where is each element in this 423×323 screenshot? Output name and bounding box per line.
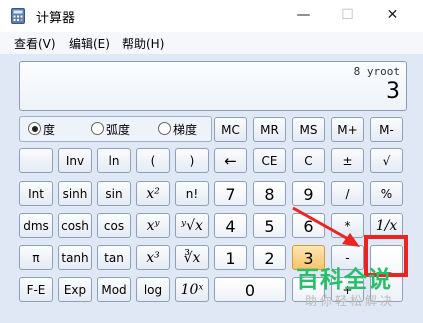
calculator-display: 8 yroot 3 <box>19 61 407 111</box>
menu-bar: 查看(V) 编辑(E) 帮助(H) <box>0 32 423 54</box>
menu-edit[interactable]: 编辑(E) <box>69 35 110 52</box>
digit-7-button[interactable]: 7 <box>214 181 247 206</box>
sinh-button[interactable]: sinh <box>58 181 92 206</box>
sqrt-button[interactable]: √ <box>370 148 403 173</box>
ln-button[interactable]: ln <box>97 148 131 173</box>
memory-store-button[interactable]: MS <box>292 117 325 142</box>
tanh-button[interactable]: tanh <box>58 245 92 270</box>
log-button[interactable]: log <box>136 277 170 302</box>
cube-root-button[interactable]: ∛x <box>175 245 209 270</box>
clear-entry-button[interactable]: CE <box>253 148 286 173</box>
percent-button[interactable]: % <box>370 181 403 206</box>
watermark-tagline: 助你轻松解决 <box>305 294 396 308</box>
factorial-button[interactable]: n! <box>175 181 209 206</box>
calculator-app-icon <box>11 8 25 24</box>
cube-button[interactable]: x³ <box>136 245 170 270</box>
radio-radians-label: 弧度 <box>106 123 131 137</box>
fe-button[interactable]: F-E <box>19 277 53 302</box>
radio-degrees[interactable]: 度 <box>28 121 55 138</box>
memory-add-button[interactable]: M+ <box>331 117 364 142</box>
memory-clear-button[interactable]: MC <box>214 117 247 142</box>
digit-6-button[interactable]: 6 <box>292 213 325 238</box>
watermark: 百科全说 助你轻松解决 <box>292 258 416 316</box>
cos-button[interactable]: cos <box>97 213 131 238</box>
minimize-button[interactable]: — <box>281 0 326 30</box>
memory-subtract-button[interactable]: M- <box>370 117 403 142</box>
close-paren-button[interactable]: ) <box>175 148 209 173</box>
divide-button[interactable]: / <box>331 181 364 206</box>
window-title: 计算器 <box>36 11 76 26</box>
radio-gradians-label: 梯度 <box>173 123 198 137</box>
radio-selected-icon <box>28 122 41 135</box>
ten-power-button[interactable]: 10ˣ <box>175 277 209 302</box>
close-button[interactable]: ✕ <box>370 0 415 30</box>
radio-gradians[interactable]: 梯度 <box>158 121 197 138</box>
negate-button[interactable]: ± <box>331 148 364 173</box>
digit-0-button[interactable]: 0 <box>214 277 286 302</box>
backspace-button[interactable]: ← <box>214 148 247 173</box>
exp-button[interactable]: Exp <box>58 277 92 302</box>
digit-9-button[interactable]: 9 <box>292 181 325 206</box>
digit-8-button[interactable]: 8 <box>253 181 286 206</box>
clear-button[interactable]: C <box>292 148 325 173</box>
yroot-button[interactable]: ʸ√x <box>175 213 209 238</box>
title-bar: 计算器 — ☐ ✕ <box>0 0 423 32</box>
digit-4-button[interactable]: 4 <box>214 213 247 238</box>
menu-view[interactable]: 查看(V) <box>14 35 56 52</box>
dms-button[interactable]: dms <box>19 213 53 238</box>
radio-empty-icon <box>158 122 171 135</box>
power-button[interactable]: xʸ <box>136 213 170 238</box>
angle-mode-group: 度 弧度 梯度 <box>19 116 212 142</box>
memory-recall-button[interactable]: MR <box>253 117 286 142</box>
maximize-button[interactable]: ☐ <box>325 0 370 30</box>
int-button[interactable]: Int <box>19 181 53 206</box>
tan-button[interactable]: tan <box>97 245 131 270</box>
menu-help[interactable]: 帮助(H) <box>122 35 164 52</box>
pi-button[interactable]: π <box>19 245 53 270</box>
multiply-button[interactable]: * <box>331 213 364 238</box>
cosh-button[interactable]: cosh <box>58 213 92 238</box>
radio-radians[interactable]: 弧度 <box>91 121 130 138</box>
open-paren-button[interactable]: ( <box>136 148 170 173</box>
sin-button[interactable]: sin <box>97 181 131 206</box>
digit-5-button[interactable]: 5 <box>253 213 286 238</box>
blank-sci-button[interactable] <box>19 148 53 173</box>
radio-degrees-label: 度 <box>43 123 56 137</box>
digit-2-button[interactable]: 2 <box>253 245 286 270</box>
radio-empty-icon <box>91 122 104 135</box>
digit-1-button[interactable]: 1 <box>214 245 247 270</box>
square-button[interactable]: x² <box>136 181 170 206</box>
result-readout: 3 <box>386 79 400 104</box>
mod-button[interactable]: Mod <box>97 277 131 302</box>
inv-button[interactable]: Inv <box>58 148 92 173</box>
expression-readout: 8 yroot <box>353 65 400 78</box>
watermark-brand: 百科全说 <box>296 267 392 293</box>
